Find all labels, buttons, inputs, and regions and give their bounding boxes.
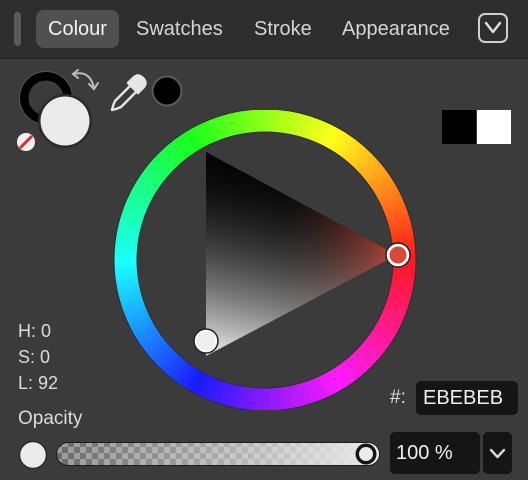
swap-colors-icon[interactable] [71,69,99,91]
color-marker[interactable] [193,328,219,354]
opacity-label: Opacity [18,408,83,429]
no-color-icon[interactable] [17,133,35,151]
opacity-input[interactable]: 100 % [390,432,480,474]
hue-value: 0 [41,321,52,341]
panel-grip-handle[interactable] [14,12,21,46]
tab-swatches[interactable]: Swatches [124,10,235,48]
chevron-down-icon [489,448,506,459]
saturation-readout: S: 0 [18,347,51,367]
tab-stroke[interactable]: Stroke [242,10,324,48]
lightness-readout: L: 92 [18,373,59,393]
fill-well[interactable] [40,96,90,146]
picked-color-swatch[interactable] [150,74,184,108]
opacity-preview-swatch [18,440,48,470]
opacity-dropdown-button[interactable] [483,432,512,474]
opacity-slider[interactable] [56,441,380,467]
hex-label: #: [390,387,406,408]
tab-appearance[interactable]: Appearance [330,10,462,48]
saturation-value: 0 [40,347,51,367]
panel-menu-button[interactable] [478,13,508,43]
recent-swatch-white[interactable] [477,110,511,144]
color-wheel[interactable] [112,110,418,410]
recent-swatch-black[interactable] [442,110,476,144]
hue-marker[interactable] [385,242,411,268]
hue-readout: H: 0 [18,321,52,341]
opacity-slider-thumb[interactable] [355,443,377,465]
hex-input[interactable]: EBEBEB [416,381,518,415]
chevron-down-icon [484,21,502,34]
tab-bar: Colour Swatches Stroke Appearance [0,0,528,59]
lightness-value: 92 [38,373,59,393]
tab-colour[interactable]: Colour [36,10,119,48]
eyedropper-icon[interactable] [108,72,148,114]
